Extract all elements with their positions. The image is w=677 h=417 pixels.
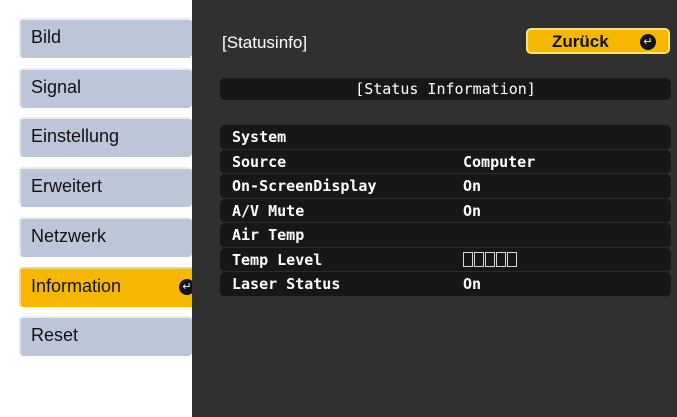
menu-item-bild[interactable]: Bild (19, 18, 207, 58)
menu-item-label: Reset (31, 325, 79, 345)
status-key: Air Temp (232, 226, 305, 244)
status-row-osd: On-ScreenDisplay On (220, 174, 671, 199)
temp-level-box (474, 251, 484, 267)
back-button-label: Zurück (552, 32, 609, 51)
menu-item-label: Einstellung (31, 126, 120, 146)
menu-item-label: Bild (31, 27, 62, 47)
back-button[interactable]: Zurück ↵ (526, 28, 670, 54)
status-list: System Source Computer On-ScreenDisplay … (220, 125, 671, 297)
section-header: [Status Information] (220, 78, 671, 100)
status-key: System (232, 128, 287, 146)
menu-item-netzwerk[interactable]: Netzwerk (19, 217, 207, 257)
status-value: On (463, 275, 482, 293)
menu-item-erweitert[interactable]: Erweitert (19, 167, 207, 207)
status-key: Source (232, 152, 287, 171)
menu-item-label: Erweitert (31, 176, 103, 196)
status-row-system: System (220, 125, 671, 150)
menu-item-label: Information (31, 276, 122, 296)
status-key: A/V Mute (232, 201, 305, 220)
content-panel: [Statusinfo] Zurück ↵ [Status Informatio… (192, 0, 677, 417)
temp-level-box (485, 251, 495, 267)
status-value: Computer (463, 152, 536, 171)
panel-title: [Statusinfo] (222, 33, 308, 52)
status-key: Laser Status (232, 275, 341, 293)
section-title: [Status Information] (355, 80, 536, 98)
menu-item-information[interactable]: Information ↵ (19, 267, 207, 307)
menu-item-label: Signal (31, 77, 82, 97)
status-row-source: Source Computer (220, 149, 671, 174)
temp-level-box (463, 251, 473, 267)
status-row-av-mute: A/V Mute On (220, 198, 671, 223)
status-value: On (463, 201, 482, 220)
status-key: Temp Level (232, 250, 323, 269)
menu-item-reset[interactable]: Reset (19, 316, 207, 356)
status-row-laser-status: Laser Status On (220, 272, 671, 297)
status-key: On-ScreenDisplay (232, 177, 377, 195)
status-row-air-temp: Air Temp (220, 223, 671, 248)
temp-level-indicator (463, 251, 517, 267)
menu-item-signal[interactable]: Signal (19, 68, 207, 108)
menu-item-label: Netzwerk (31, 226, 107, 246)
projector-osd: Bild Signal Einstellung Erweitert Netzwe… (0, 0, 677, 417)
temp-level-box (507, 251, 517, 267)
enter-icon: ↵ (640, 34, 656, 50)
temp-level-box (496, 251, 506, 267)
menu-item-einstellung[interactable]: Einstellung (19, 117, 207, 157)
status-row-temp-level: Temp Level (220, 247, 671, 272)
status-value: On (463, 177, 482, 195)
